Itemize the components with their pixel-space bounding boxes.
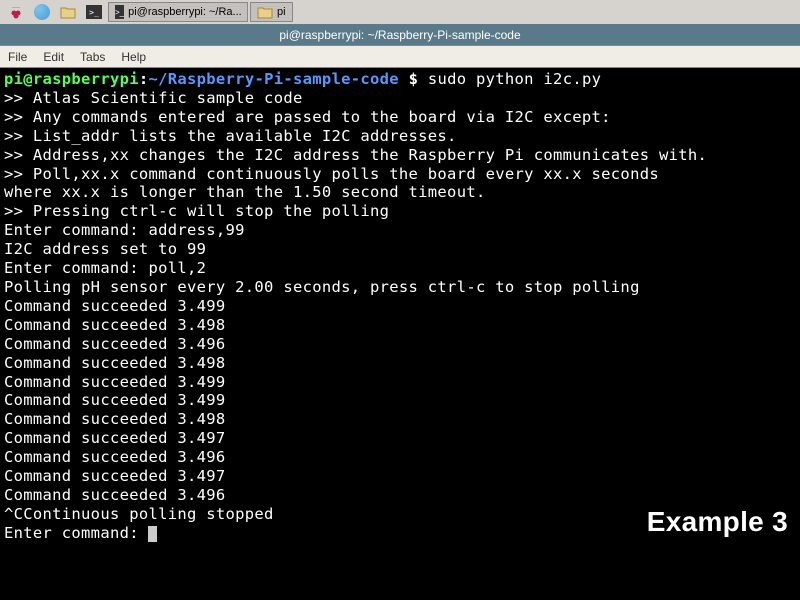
output-line: Enter command: address,99 — [4, 221, 796, 240]
output-line: Command succeeded 3.498 — [4, 410, 796, 429]
filemanager-icon[interactable] — [56, 2, 80, 22]
output-line: Command succeeded 3.499 — [4, 297, 796, 316]
output-line: Command succeeded 3.497 — [4, 429, 796, 448]
menu-file[interactable]: File — [8, 50, 27, 64]
output-line: >> List_addr lists the available I2C add… — [4, 127, 796, 146]
output-line: Command succeeded 3.496 — [4, 486, 796, 505]
example-badge: Example 3 — [647, 505, 788, 539]
output-line: Command succeeded 3.497 — [4, 467, 796, 486]
menubar: File Edit Tabs Help — [0, 46, 800, 68]
output-line: >> Address,xx changes the I2C address th… — [4, 146, 796, 165]
task-tab-label: pi@raspberrypi: ~/Ra... — [128, 6, 242, 18]
terminal-icon[interactable]: >_ — [82, 2, 106, 22]
prompt-dollar: $ — [399, 70, 428, 88]
taskbar: >_ >_ pi@raspberrypi: ~/Ra... pi — [0, 0, 800, 24]
task-tab-folder[interactable]: pi — [250, 2, 293, 22]
entered-command: sudo python i2c.py — [428, 70, 601, 88]
task-tab-terminal[interactable]: >_ pi@raspberrypi: ~/Ra... — [108, 2, 248, 22]
rpi-menu-icon[interactable] — [4, 2, 28, 22]
task-tab-label: pi — [277, 6, 286, 18]
output-line: Command succeeded 3.499 — [4, 373, 796, 392]
output-line: Command succeeded 3.498 — [4, 354, 796, 373]
menu-help[interactable]: Help — [121, 50, 146, 64]
cursor — [148, 526, 157, 542]
output-line: >> Pressing ctrl-c will stop the polling — [4, 202, 796, 221]
window-title: pi@raspberrypi: ~/Raspberry-Pi-sample-co… — [279, 28, 520, 42]
output-line: >> Poll,xx.x command continuously polls … — [4, 165, 796, 184]
output-line: Command succeeded 3.496 — [4, 448, 796, 467]
prompt-path: ~/Raspberry-Pi-sample-code — [149, 70, 399, 88]
output-line: Polling pH sensor every 2.00 seconds, pr… — [4, 278, 796, 297]
prompt-colon: : — [139, 70, 149, 88]
output-line: Enter command: poll,2 — [4, 259, 796, 278]
browser-icon[interactable] — [30, 2, 54, 22]
prompt-userhost: pi@raspberrypi — [4, 70, 139, 88]
folder-tab-icon — [257, 5, 273, 19]
menu-tabs[interactable]: Tabs — [80, 50, 105, 64]
prompt-line: pi@raspberrypi:~/Raspberry-Pi-sample-cod… — [4, 70, 796, 89]
output-line: Command succeeded 3.499 — [4, 391, 796, 410]
output-line: I2C address set to 99 — [4, 240, 796, 259]
output-line: where xx.x is longer than the 1.50 secon… — [4, 183, 796, 202]
menu-edit[interactable]: Edit — [43, 50, 64, 64]
output-line: >> Any commands entered are passed to th… — [4, 108, 796, 127]
output-line: Command succeeded 3.496 — [4, 335, 796, 354]
window-titlebar: pi@raspberrypi: ~/Raspberry-Pi-sample-co… — [0, 24, 800, 46]
enter-command-prompt: Enter command: — [4, 524, 148, 542]
output-line: Command succeeded 3.498 — [4, 316, 796, 335]
terminal-area[interactable]: pi@raspberrypi:~/Raspberry-Pi-sample-cod… — [0, 68, 800, 545]
output-line: >> Atlas Scientific sample code — [4, 89, 796, 108]
terminal-tab-icon: >_ — [115, 5, 124, 19]
